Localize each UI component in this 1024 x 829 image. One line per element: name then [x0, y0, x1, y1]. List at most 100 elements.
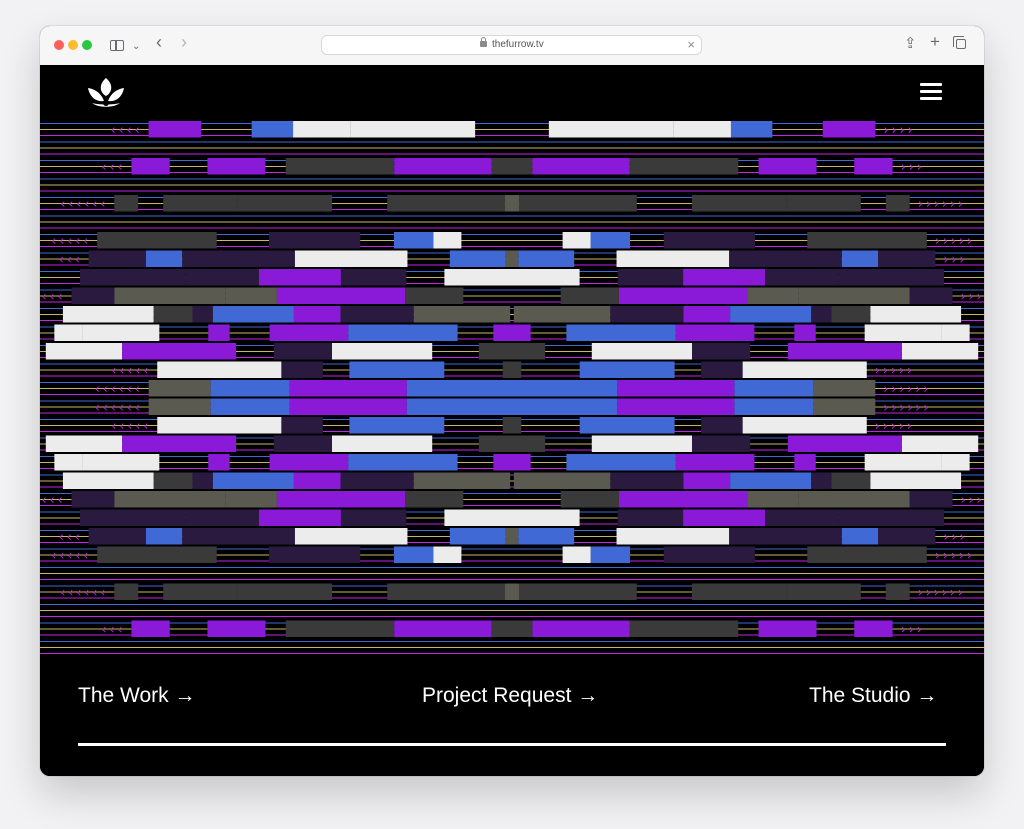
glitch-block: [512, 343, 546, 360]
glitch-block: [512, 435, 546, 452]
glitch-block: [289, 398, 407, 415]
minimize-window-button[interactable]: [68, 40, 78, 50]
glitch-block: [729, 250, 842, 267]
chevron-down-icon[interactable]: ⌄: [132, 38, 140, 56]
chevron-mark: ›: [917, 160, 922, 175]
glitch-block: [131, 158, 170, 175]
zoom-window-button[interactable]: [82, 40, 92, 50]
glitch-block: [878, 250, 936, 267]
sidebar-toggle-icon[interactable]: [110, 40, 124, 51]
back-arrow-icon[interactable]: ‹: [156, 33, 162, 51]
chevron-mark: ›: [967, 549, 972, 564]
chevron-mark: ›: [923, 382, 928, 397]
chevron-mark: ‹: [67, 549, 72, 564]
glitch-block: [811, 306, 832, 323]
glitch-block: [237, 583, 333, 600]
nav-link-the-studio[interactable]: The Studio →: [809, 684, 937, 708]
chevron-mark: ‹: [67, 253, 72, 268]
chevron-mark: ›: [923, 401, 928, 416]
chevron-mark: ‹: [59, 253, 64, 268]
glitch-block: [45, 435, 123, 452]
glitch-line: [40, 647, 984, 648]
glitch-block: [787, 435, 902, 452]
hamburger-menu-icon[interactable]: [920, 83, 944, 103]
chevron-mark: ›: [915, 382, 920, 397]
glitch-block: [350, 121, 476, 138]
forward-arrow-icon[interactable]: ›: [181, 33, 187, 51]
glitch-block: [145, 250, 183, 267]
glitch-block: [97, 546, 217, 563]
chevron-mark: ›: [891, 382, 896, 397]
chevron-mark: ‹: [41, 290, 46, 305]
chevron-mark: ›: [883, 382, 888, 397]
glitch-block: [807, 232, 927, 249]
glitch-block: [163, 195, 238, 212]
address-bar[interactable]: thefurrow.tv ×: [321, 35, 702, 55]
glitch-block: [941, 454, 970, 471]
chevron-mark: ›: [907, 364, 912, 379]
glitch-block: [504, 195, 512, 212]
glitch-block: [433, 546, 462, 563]
glitch-block: [225, 287, 277, 304]
new-tab-icon[interactable]: +: [930, 33, 940, 51]
chevron-mark: ‹: [41, 493, 46, 508]
glitch-block: [505, 528, 512, 545]
chevron-mark: ›: [934, 586, 939, 601]
chevron-mark: ›: [907, 382, 912, 397]
share-icon[interactable]: ⇪: [904, 35, 917, 53]
glitch-block: [293, 121, 351, 138]
glitch-block: [208, 454, 230, 471]
glitch-block: [210, 380, 290, 397]
nav-link-the-work[interactable]: The Work →: [78, 684, 195, 708]
glitch-block: [394, 620, 492, 637]
chevron-mark: ›: [909, 160, 914, 175]
glitch-block: [493, 454, 512, 471]
glitch-block: [663, 546, 756, 563]
glitch-block: [513, 306, 611, 323]
chevron-mark: ›: [958, 586, 963, 601]
glitch-block: [192, 472, 213, 489]
glitch-block: [786, 195, 861, 212]
glitch-block: [269, 454, 349, 471]
lotus-logo-icon[interactable]: [84, 76, 128, 110]
glitch-line: [40, 190, 984, 192]
glitch-block: [54, 324, 83, 341]
chevron-mark: ‹: [68, 197, 73, 212]
chevron-mark: ‹: [75, 234, 80, 249]
glitch-block: [747, 491, 799, 508]
chevron-mark: ‹: [119, 401, 124, 416]
glitch-block: [512, 195, 520, 212]
glitch-line: [40, 579, 984, 580]
tabs-overview-icon[interactable]: [953, 36, 966, 49]
chevron-mark: ‹: [75, 530, 80, 545]
chevron-mark: ‹: [68, 586, 73, 601]
close-window-button[interactable]: [54, 40, 64, 50]
glitch-block: [294, 528, 408, 545]
glitch-block: [208, 324, 230, 341]
chevron-mark: ›: [883, 419, 888, 434]
glitch-block: [212, 306, 294, 323]
glitch-block: [331, 343, 433, 360]
website: ‹ › ‹ › ‹ › ‹ › ‹ › ‹ › ‹ › ‹ › ‹ › ‹ › ‹ › ‹ › ‹ › ‹ › ‹ › ‹ › ‹ › ‹ › ‹ › ‹ ›…: [40, 65, 984, 776]
chevron-mark: ›: [977, 493, 982, 508]
close-icon[interactable]: ×: [687, 37, 695, 52]
glitch-block: [734, 380, 814, 397]
glitch-block: [71, 491, 115, 508]
glitch-block: [794, 324, 816, 341]
chevron-mark: ‹: [111, 364, 116, 379]
chevron-mark: ‹: [67, 234, 72, 249]
chevron-mark: ‹: [127, 382, 132, 397]
glitch-block: [163, 583, 238, 600]
glitch-block: [122, 343, 237, 360]
chevron-mark: ‹: [135, 419, 140, 434]
glitch-block: [293, 472, 341, 489]
glitch-block: [683, 306, 731, 323]
chevron-mark: ‹: [59, 530, 64, 545]
glitch-block: [822, 121, 876, 138]
glitch-block: [331, 435, 433, 452]
glitch-block: [579, 417, 675, 434]
nav-link-project-request[interactable]: Project Request →: [422, 684, 598, 708]
glitch-block: [512, 528, 519, 545]
glitch-block: [340, 269, 407, 286]
chevron-mark: ‹: [60, 197, 65, 212]
